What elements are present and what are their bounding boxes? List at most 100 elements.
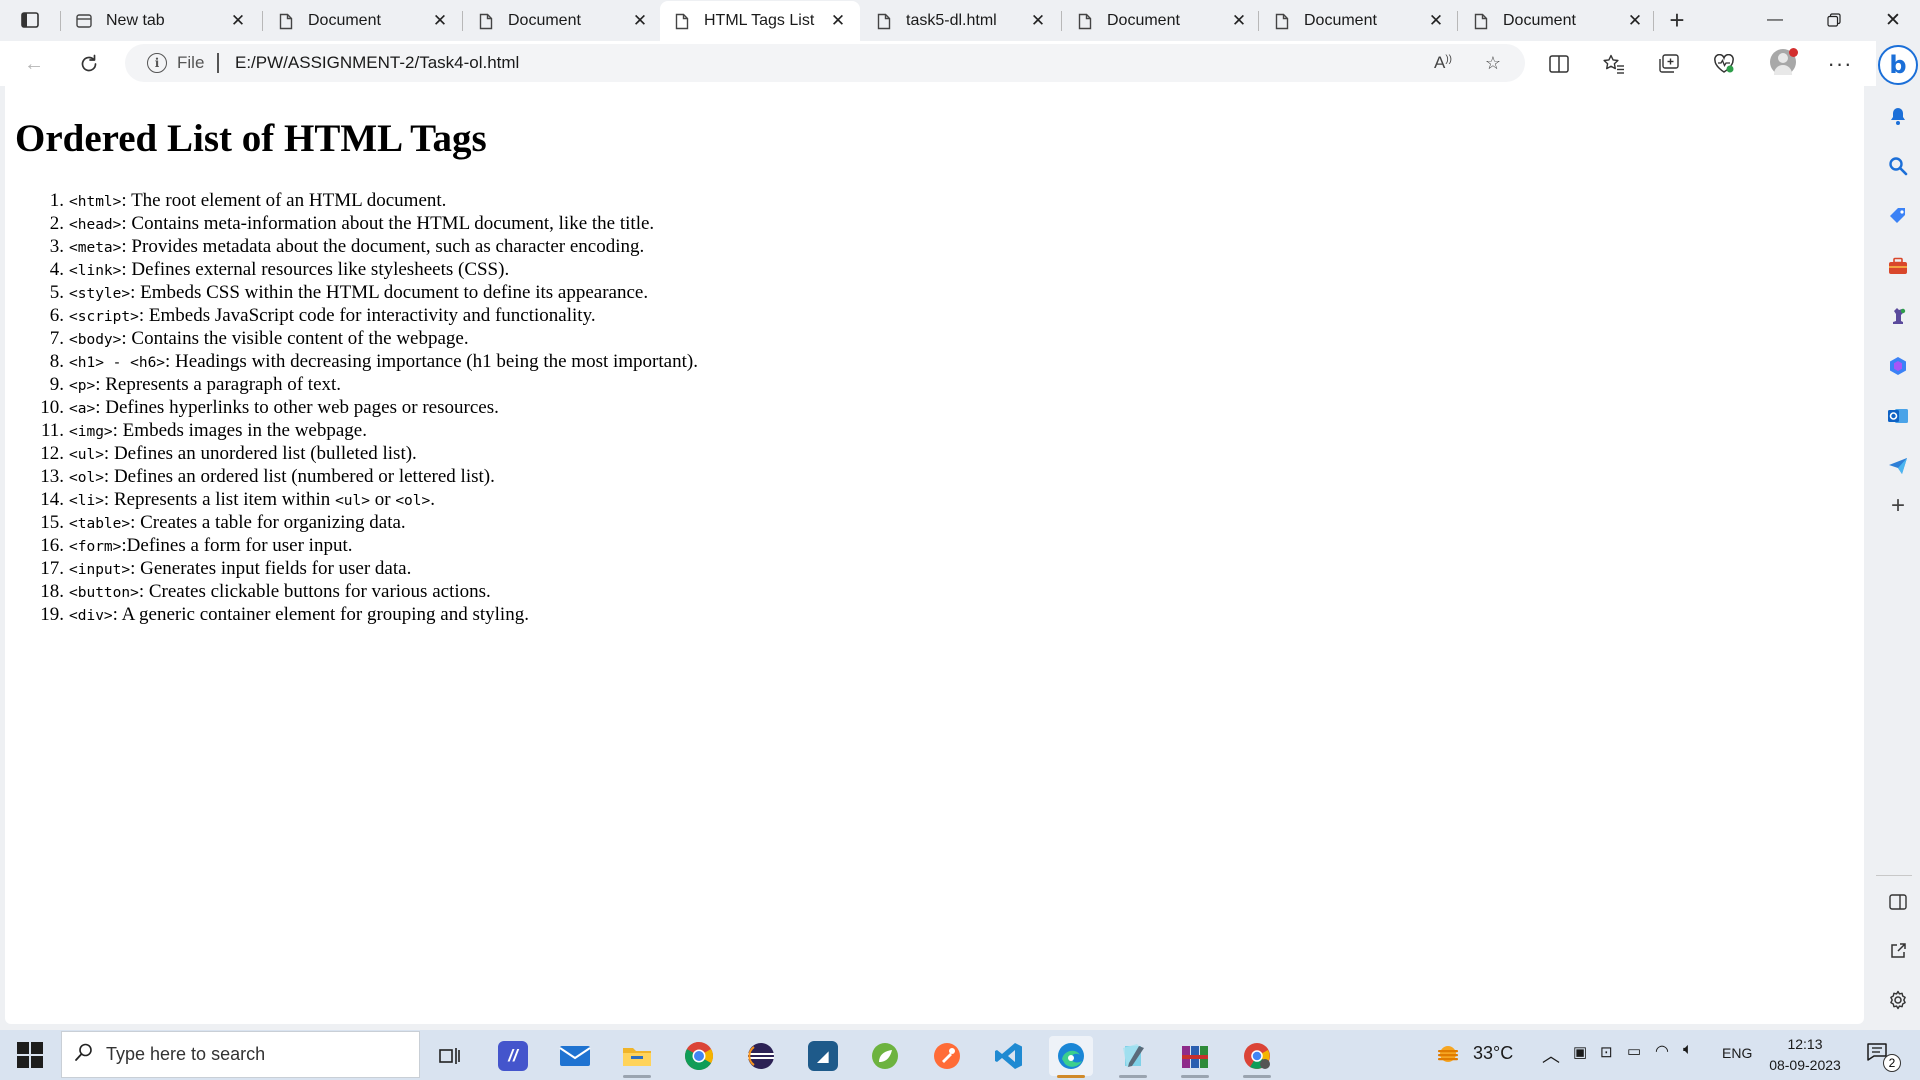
tab-actions-button[interactable]	[12, 6, 48, 34]
tab-document-2[interactable]: Document ✕	[464, 1, 662, 41]
taskbar-app-mail[interactable]	[553, 1036, 597, 1076]
tag-description: : Defines an ordered list (numbered or l…	[103, 466, 495, 487]
settings-more-button[interactable]: ···	[1823, 47, 1857, 81]
collections-icon	[1659, 54, 1679, 73]
tab-new-tab[interactable]: New tab ✕	[62, 1, 260, 41]
tag-description: : A generic container element for groupi…	[112, 604, 529, 625]
tab-close-icon[interactable]: ✕	[430, 11, 450, 31]
tab-close-icon[interactable]: ✕	[1426, 11, 1446, 31]
list-item: 9. <p>: Represents a paragraph of text.	[15, 373, 698, 396]
tab-close-icon[interactable]: ✕	[1028, 11, 1048, 31]
list-item: 12. <ul>: Defines an unordered list (bull…	[15, 442, 698, 465]
tools-button[interactable]	[1883, 251, 1913, 281]
tag-code: <form>	[69, 539, 122, 555]
read-aloud-icon[interactable]: A))	[1428, 48, 1458, 78]
site-info-icon[interactable]: i	[147, 53, 167, 73]
taskbar-app-vscode[interactable]	[987, 1036, 1031, 1076]
language-indicator[interactable]: ENG	[1722, 1045, 1752, 1061]
refresh-button[interactable]	[72, 47, 106, 81]
list-item-number: 3.	[49, 236, 64, 257]
sidebar-settings-button[interactable]	[1883, 985, 1913, 1015]
outlook-button[interactable]	[1883, 401, 1913, 431]
address-bar[interactable]: i File E:/PW/ASSIGNMENT-2/Task4-ol.html …	[125, 44, 1525, 82]
search-sidebar-button[interactable]	[1883, 151, 1913, 181]
tab-task5-dl[interactable]: task5-dl.html ✕	[862, 1, 1060, 41]
drop-button[interactable]	[1883, 451, 1913, 481]
tab-document-3[interactable]: Document ✕	[1063, 1, 1261, 41]
weather-sun-icon[interactable]	[1433, 1039, 1463, 1074]
new-tab-button[interactable]: +	[1661, 5, 1693, 35]
browser-toolbar: ← i File E:/PW/ASSIGNMENT-2/Task4-ol.htm…	[0, 41, 1876, 86]
bing-copilot-button[interactable]: b	[1878, 45, 1918, 85]
list-item: 17. <input>: Generates input fields for u…	[15, 557, 698, 580]
microsoft-365-button[interactable]	[1883, 351, 1913, 381]
plus-icon: +	[1890, 492, 1905, 519]
taskbar-app-eclipse[interactable]	[739, 1036, 783, 1076]
tag-description: : Represents a list item within	[103, 489, 336, 510]
restore-button[interactable]	[1811, 0, 1857, 40]
games-button[interactable]	[1883, 301, 1913, 331]
taskbar-search-box[interactable]: Type here to search	[61, 1031, 420, 1078]
taskbar-app-editor[interactable]: //	[491, 1036, 535, 1076]
browser-essentials-button[interactable]	[1707, 47, 1741, 81]
taskbar-app-chrome-profile[interactable]	[1235, 1036, 1279, 1078]
favorite-star-icon[interactable]: ☆	[1478, 48, 1508, 78]
url-text[interactable]: E:/PW/ASSIGNMENT-2/Task4-ol.html	[235, 53, 519, 73]
tag-code: <head>	[69, 217, 122, 233]
taskbar-app-notepad[interactable]	[1111, 1036, 1155, 1078]
collections-button[interactable]	[1652, 47, 1686, 81]
tag-description: : Embeds JavaScript code for interactivi…	[138, 305, 596, 326]
taskbar-app-file-explorer[interactable]	[615, 1036, 659, 1078]
task-view-button[interactable]	[427, 1036, 471, 1076]
tab-actions-icon	[21, 12, 39, 28]
restore-icon	[1827, 13, 1841, 27]
split-screen-button[interactable]	[1542, 47, 1576, 81]
taskbar-app-postman[interactable]	[925, 1036, 969, 1076]
add-sidebar-app-button[interactable]: +	[1883, 491, 1913, 521]
tab-close-icon[interactable]: ✕	[828, 11, 848, 31]
taskbar-app-chrome[interactable]	[677, 1036, 721, 1076]
tag-description: : The root element of an HTML document.	[121, 190, 447, 211]
tag-code: <p>	[69, 378, 96, 394]
html-tags-ordered-list: 1. <html>: The root element of an HTML do…	[15, 189, 698, 626]
more-dots-icon: ···	[1827, 51, 1853, 76]
battery-icon[interactable]: ▭	[1627, 1042, 1641, 1060]
display-icon[interactable]: ⊡	[1600, 1043, 1613, 1061]
gear-icon	[1890, 990, 1906, 1010]
minimize-button[interactable]: —	[1752, 0, 1798, 40]
tab-close-icon[interactable]: ✕	[1625, 11, 1645, 31]
show-hidden-icons-chevron-icon[interactable]: ︿	[1542, 1042, 1560, 1068]
volume-icon[interactable]: 🔈︎	[1683, 1041, 1693, 1059]
tab-separator	[462, 11, 463, 31]
tab-document-4[interactable]: Document ✕	[1260, 1, 1458, 41]
taskbar-app-edge[interactable]	[1049, 1036, 1093, 1078]
tab-close-icon[interactable]: ✕	[1229, 11, 1249, 31]
tag-description: :Defines a form for user input.	[121, 535, 353, 556]
tab-document-1[interactable]: Document ✕	[264, 1, 462, 41]
hide-sidebar-button[interactable]	[1883, 887, 1913, 917]
meet-now-icon[interactable]: ▣	[1573, 1043, 1587, 1061]
wifi-icon[interactable]: ◠	[1655, 1041, 1669, 1061]
list-item-number: 12.	[40, 443, 64, 464]
tab-separator	[1258, 11, 1259, 31]
taskbar-app-winrar[interactable]	[1173, 1036, 1217, 1078]
close-window-button[interactable]: ✕	[1870, 0, 1916, 40]
tab-close-icon[interactable]: ✕	[228, 11, 248, 31]
tab-separator	[1061, 11, 1062, 31]
tag-code: <ul>	[335, 493, 370, 509]
taskbar-app-mysql-workbench[interactable]: ◢	[801, 1036, 845, 1076]
task-view-icon	[439, 1048, 460, 1064]
tab-html-tags-list[interactable]: HTML Tags List ✕	[660, 1, 860, 41]
tab-document-5[interactable]: Document ✕	[1459, 1, 1657, 41]
taskbar-app-spring-tools[interactable]	[863, 1036, 907, 1076]
start-button[interactable]	[12, 1040, 48, 1070]
favorites-button[interactable]	[1597, 47, 1631, 81]
notifications-bell-button[interactable]	[1883, 101, 1913, 131]
external-link-button[interactable]	[1883, 936, 1913, 966]
clock[interactable]: 12:13 08-09-2023	[1766, 1034, 1844, 1076]
tab-close-icon[interactable]: ✕	[630, 11, 650, 31]
weather-temperature[interactable]: 33°C	[1473, 1043, 1513, 1064]
back-button[interactable]: ←	[17, 47, 51, 81]
shopping-button[interactable]	[1883, 201, 1913, 231]
external-link-icon	[1891, 943, 1906, 958]
